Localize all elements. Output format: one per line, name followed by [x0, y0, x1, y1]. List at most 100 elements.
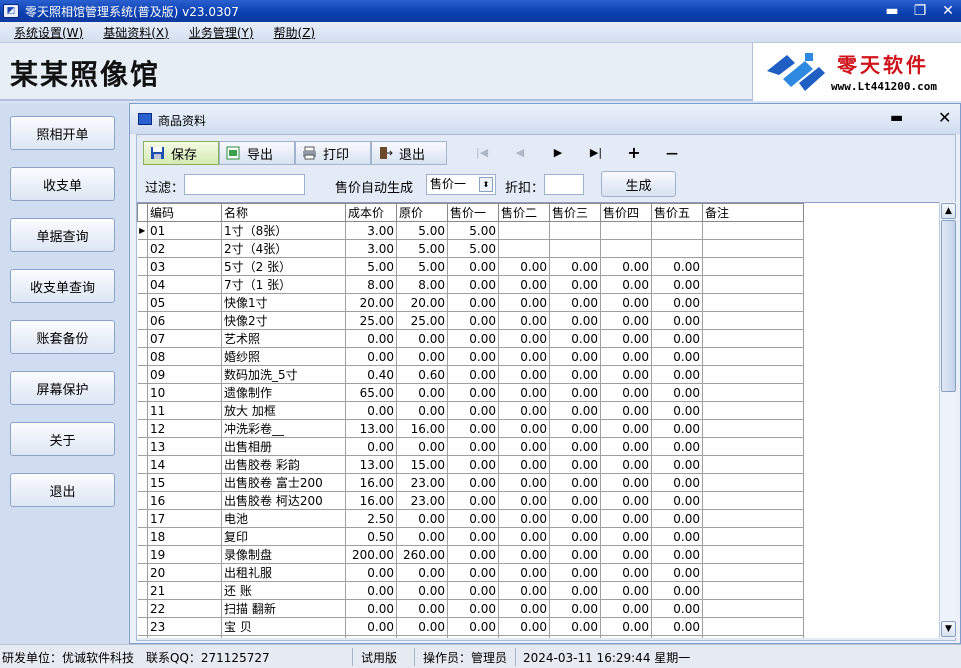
- table-cell[interactable]: 0.00: [600, 293, 652, 312]
- table-cell[interactable]: 0.00: [600, 311, 652, 330]
- table-cell[interactable]: 0.00: [345, 347, 397, 366]
- table-row[interactable]: 07 艺术照 0.00 0.00 0.00 0.00 0.00 0.00 0.00: [137, 329, 804, 348]
- nav-next-button[interactable]: ▶: [547, 143, 569, 163]
- table-cell[interactable]: 5.00: [396, 257, 448, 276]
- table-cell[interactable]: 0.00: [498, 437, 550, 456]
- sidebar-photo-order-button[interactable]: 照相开单: [10, 116, 115, 150]
- table-cell[interactable]: 260.00: [396, 545, 448, 564]
- table-cell[interactable]: 2.50: [345, 509, 397, 528]
- table-cell[interactable]: 0.00: [345, 563, 397, 582]
- table-cell[interactable]: 13.00: [345, 455, 397, 474]
- table-cell[interactable]: [651, 221, 703, 240]
- table-cell[interactable]: 65.00: [345, 383, 397, 402]
- table-cell[interactable]: 快像2寸: [221, 311, 346, 330]
- table-row[interactable]: 16 出售胶卷 柯达200 16.00 23.00 0.00 0.00 0.00 0.00 0.…: [137, 491, 804, 510]
- table-cell[interactable]: 遗像制作: [221, 383, 346, 402]
- table-cell[interactable]: [702, 293, 804, 312]
- table-cell[interactable]: 0.00: [396, 563, 448, 582]
- scroll-thumb[interactable]: [941, 220, 956, 392]
- close-button[interactable]: ✕: [939, 2, 957, 20]
- column-header[interactable]: 售价四: [600, 203, 652, 222]
- table-cell[interactable]: 8.00: [396, 275, 448, 294]
- table-cell[interactable]: 0.00: [600, 329, 652, 348]
- table-cell[interactable]: 0.00: [447, 275, 499, 294]
- table-cell[interactable]: 3.00: [345, 221, 397, 240]
- table-cell[interactable]: 出售相册: [221, 437, 346, 456]
- table-cell[interactable]: 0.00: [600, 275, 652, 294]
- table-cell[interactable]: 0.00: [600, 257, 652, 276]
- table-cell[interactable]: 0.00: [498, 275, 550, 294]
- table-cell[interactable]: 24: [147, 635, 222, 638]
- table-cell[interactable]: 冲洗彩卷__: [221, 419, 346, 438]
- column-header[interactable]: 售价三: [549, 203, 601, 222]
- table-cell[interactable]: 17: [147, 509, 222, 528]
- discount-input[interactable]: [544, 174, 584, 195]
- menu-system-settings[interactable]: 系统设置(W): [14, 24, 83, 41]
- table-cell[interactable]: 0.00: [600, 473, 652, 492]
- table-row[interactable]: 02 2寸（4张） 3.00 5.00 5.00: [137, 239, 804, 258]
- column-header[interactable]: 备注: [702, 203, 804, 222]
- table-row[interactable]: 13 出售相册 0.00 0.00 0.00 0.00 0.00 0.00 0.00: [137, 437, 804, 456]
- table-cell[interactable]: 0.00: [345, 437, 397, 456]
- menu-help[interactable]: 帮助(Z): [274, 24, 316, 41]
- table-cell[interactable]: 0.00: [549, 581, 601, 600]
- table-cell[interactable]: 09: [147, 365, 222, 384]
- table-cell[interactable]: 0.00: [345, 617, 397, 636]
- table-row[interactable]: 12 冲洗彩卷__ 13.00 16.00 0.00 0.00 0.00 0.00 0.00: [137, 419, 804, 438]
- table-cell[interactable]: 0.00: [600, 509, 652, 528]
- table-cell[interactable]: 16.00: [345, 473, 397, 492]
- table-cell[interactable]: 0.00: [498, 527, 550, 546]
- table-cell[interactable]: 14: [147, 455, 222, 474]
- table-cell[interactable]: 7寸（1 张）: [221, 275, 346, 294]
- table-cell[interactable]: [702, 257, 804, 276]
- table-cell[interactable]: 0.00: [447, 545, 499, 564]
- table-cell[interactable]: 22: [147, 599, 222, 618]
- table-cell[interactable]: 0.00: [600, 581, 652, 600]
- table-row[interactable]: 18 复印 0.50 0.00 0.00 0.00 0.00 0.00 0.00: [137, 527, 804, 546]
- table-row[interactable]: 24出售数码相机0.000.000.000.000.000.000.00: [137, 635, 804, 638]
- table-cell[interactable]: 13.00: [345, 419, 397, 438]
- table-cell[interactable]: 0.00: [651, 383, 703, 402]
- table-cell[interactable]: 02: [147, 239, 222, 258]
- table-cell[interactable]: 0.00: [447, 419, 499, 438]
- table-cell[interactable]: 0.00: [651, 563, 703, 582]
- table-cell[interactable]: 0.00: [345, 329, 397, 348]
- product-grid[interactable]: 编码 名称 成本价 原价 售价一 售价二 售价三 售价四 售价五 备注 ▶ 01 1寸（8张） 3.00…: [137, 202, 939, 638]
- table-cell[interactable]: 0.00: [651, 347, 703, 366]
- table-cell[interactable]: 0.00: [549, 293, 601, 312]
- table-cell[interactable]: [702, 563, 804, 582]
- table-cell[interactable]: 0.00: [345, 401, 397, 420]
- table-cell[interactable]: 0.00: [498, 473, 550, 492]
- table-cell[interactable]: 0.00: [651, 329, 703, 348]
- table-cell[interactable]: 0.00: [651, 293, 703, 312]
- table-cell[interactable]: 05: [147, 293, 222, 312]
- table-cell[interactable]: 0.00: [549, 329, 601, 348]
- table-cell[interactable]: 0.00: [498, 401, 550, 420]
- table-cell[interactable]: 出售数码相机: [221, 635, 346, 638]
- table-cell[interactable]: [702, 437, 804, 456]
- table-cell[interactable]: [702, 383, 804, 402]
- table-cell[interactable]: 0.00: [651, 545, 703, 564]
- table-cell[interactable]: 0.00: [447, 527, 499, 546]
- table-cell[interactable]: 0.00: [600, 347, 652, 366]
- table-cell[interactable]: 0.00: [651, 635, 703, 638]
- table-cell[interactable]: 0.00: [651, 275, 703, 294]
- table-cell[interactable]: 0.00: [396, 401, 448, 420]
- table-row[interactable]: 05 快像1寸 20.00 20.00 0.00 0.00 0.00 0.00 0.00: [137, 293, 804, 312]
- table-cell[interactable]: 0.00: [549, 617, 601, 636]
- table-cell[interactable]: 23.00: [396, 473, 448, 492]
- export-button[interactable]: 导出: [219, 141, 295, 165]
- restore-button[interactable]: ❐: [911, 2, 929, 20]
- table-cell[interactable]: 0.40: [345, 365, 397, 384]
- table-cell[interactable]: 23.00: [396, 491, 448, 510]
- delete-record-button[interactable]: —: [661, 143, 683, 163]
- table-cell[interactable]: 0.00: [651, 473, 703, 492]
- table-cell[interactable]: [702, 347, 804, 366]
- table-cell[interactable]: 11: [147, 401, 222, 420]
- table-cell[interactable]: 0.00: [600, 437, 652, 456]
- table-cell[interactable]: [549, 239, 601, 258]
- table-cell[interactable]: 0.00: [600, 545, 652, 564]
- table-cell[interactable]: 艺术照: [221, 329, 346, 348]
- table-cell[interactable]: 0.00: [447, 347, 499, 366]
- table-cell[interactable]: 0.00: [345, 599, 397, 618]
